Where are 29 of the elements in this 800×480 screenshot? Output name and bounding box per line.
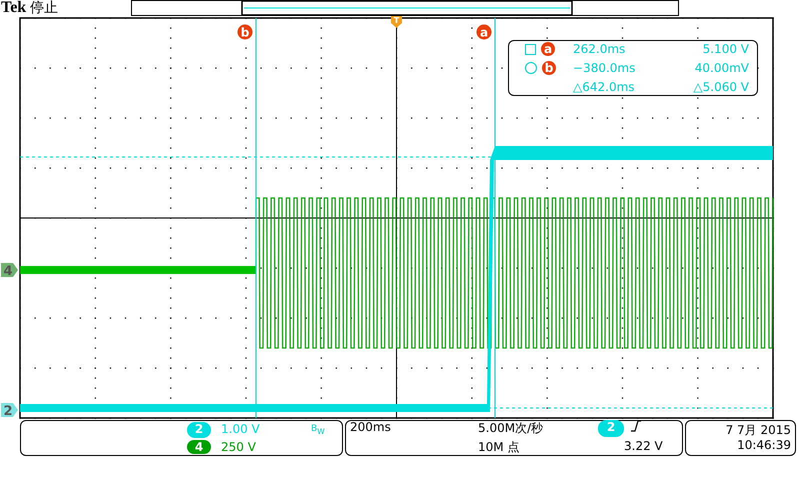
- timebase: 200ms: [350, 420, 392, 436]
- cursor-time: △642.0ms: [573, 79, 636, 96]
- trigger-source: 2: [598, 420, 624, 437]
- trigger-level: 3.22 V: [624, 439, 664, 455]
- date: 7 7月 2015: [726, 423, 791, 438]
- channel-marker[interactable]: 4: [1, 263, 18, 279]
- channel-badge[interactable]: 4: [187, 440, 211, 454]
- channel-scale: 250 V: [221, 440, 257, 454]
- channel-scale: 1.00 V: [221, 422, 261, 438]
- cursor-line[interactable]: [494, 18, 496, 418]
- square-icon: [525, 44, 536, 54]
- circle-icon: [525, 62, 537, 74]
- sample-rate: 5.00M次/秒: [478, 420, 544, 437]
- cursor-value: △5.060 V: [692, 79, 749, 96]
- bandwidth-limit: B$_{W}$: [311, 422, 326, 438]
- record-length: 10M 点: [478, 439, 520, 456]
- cursor-label: b: [238, 24, 252, 40]
- cursor-label: b: [542, 61, 556, 75]
- time: 10:46:39: [737, 438, 791, 453]
- cursor-time: −380.0ms: [573, 60, 636, 77]
- brand-logo: Tek: [1, 0, 26, 16]
- run-status: 停止: [30, 0, 58, 16]
- cursor-value: 40.00mV: [694, 60, 749, 77]
- cursor-value: 5.100 V: [702, 41, 749, 58]
- cursor-label: a: [541, 42, 555, 56]
- trigger-marker: T: [391, 16, 402, 28]
- channel-marker[interactable]: 2: [1, 403, 18, 419]
- cursor-time: 262.0ms: [573, 41, 626, 58]
- cursor-label: a: [476, 24, 492, 40]
